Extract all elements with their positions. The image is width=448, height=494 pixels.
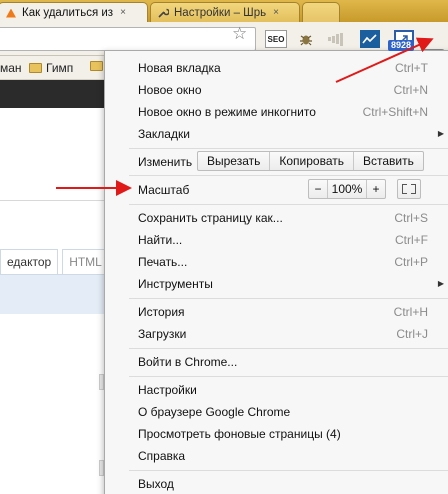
menu-item-incognito[interactable]: Новое окно в режиме инкогнито Ctrl+Shift…	[105, 101, 448, 123]
menu-separator	[129, 470, 448, 471]
edit-button-group: Вырезать Копировать Вставить	[197, 151, 424, 171]
notification-badge: 8928	[388, 40, 415, 51]
menu-item-find[interactable]: Найти... Ctrl+F	[105, 229, 448, 251]
menu-item-settings[interactable]: Настройки	[105, 379, 448, 401]
submenu-arrow-icon: ▶	[437, 279, 444, 288]
tab-html[interactable]: HTML	[62, 249, 109, 275]
bookmark-folder-gimp[interactable]: Гимп	[29, 61, 73, 75]
zoom-level: 100%	[327, 180, 367, 198]
menu-separator	[129, 298, 448, 299]
bug-extension-icon[interactable]	[296, 30, 316, 48]
folder-icon	[90, 61, 103, 71]
tab-strip: Как удалиться из × Настройки – Шрь ×	[0, 0, 448, 22]
zoom-in-button[interactable]: +	[367, 180, 385, 198]
tab-settings[interactable]: Настройки – Шрь ×	[150, 2, 300, 22]
bookmark-label: Гимп	[46, 61, 74, 75]
tab-title: Настройки – Шрь	[174, 6, 267, 19]
menu-separator	[129, 148, 448, 149]
menu-item-history[interactable]: История Ctrl+H	[105, 301, 448, 323]
menu-row-edit: Изменить Вырезать Копировать Вставить	[105, 151, 448, 173]
tab-close-icon[interactable]: ×	[120, 7, 126, 18]
bookmark-label: ман	[0, 61, 22, 75]
bookmark-star-icon[interactable]: ☆	[232, 25, 247, 43]
menu-item-new-window[interactable]: Новое окно Ctrl+N	[105, 79, 448, 101]
chart-extension-icon[interactable]	[360, 30, 380, 48]
menu-item-sign-in[interactable]: Войти в Chrome...	[105, 351, 448, 373]
tab-title: Как удалиться из	[22, 6, 114, 19]
menu-item-help[interactable]: Справка	[105, 445, 448, 467]
menu-item-about[interactable]: О браузере Google Chrome	[105, 401, 448, 423]
menu-separator	[129, 376, 448, 377]
zoom-controls: − 100% +	[308, 179, 386, 199]
menu-separator	[129, 204, 448, 205]
menu-item-bookmarks[interactable]: Закладки ▶	[105, 123, 448, 145]
address-bar[interactable]	[0, 27, 256, 51]
menu-item-tools[interactable]: Инструменты ▶	[105, 273, 448, 295]
menu-item-print[interactable]: Печать... Ctrl+P	[105, 251, 448, 273]
copy-button[interactable]: Копировать	[269, 152, 353, 170]
tab-close-icon[interactable]: ×	[273, 7, 279, 18]
menu-item-new-tab[interactable]: Новая вкладка Ctrl+T	[105, 57, 448, 79]
cut-button[interactable]: Вырезать	[198, 152, 269, 170]
bookmark-folder[interactable]	[90, 61, 103, 71]
tab-visual-editor[interactable]: едактор	[0, 249, 59, 275]
menu-row-zoom: Масштаб − 100% +	[105, 179, 448, 201]
editor-tabs: едактор HTML	[0, 249, 109, 275]
signal-bars-icon[interactable]	[326, 30, 346, 48]
submenu-arrow-icon: ▶	[437, 129, 444, 138]
menu-item-downloads[interactable]: Загрузки Ctrl+J	[105, 323, 448, 345]
menu-item-save-page[interactable]: Сохранить страницу как... Ctrl+S	[105, 207, 448, 229]
zoom-out-button[interactable]: −	[309, 180, 327, 198]
menu-separator	[129, 348, 448, 349]
tab-how-to-delete[interactable]: Как удалиться из ×	[0, 2, 148, 22]
new-tab-button[interactable]	[302, 2, 340, 22]
bookmark-item[interactable]: ман	[0, 61, 22, 75]
folder-icon	[29, 63, 42, 73]
paste-button[interactable]: Вставить	[353, 152, 423, 170]
menu-item-exit[interactable]: Выход	[105, 473, 448, 494]
site-favicon-icon	[5, 7, 17, 19]
chrome-main-menu: Новая вкладка Ctrl+T Новое окно Ctrl+N Н…	[104, 50, 448, 494]
menu-item-background-pages[interactable]: Просмотреть фоновые страницы (4)	[105, 423, 448, 445]
menu-separator	[129, 175, 448, 176]
fullscreen-button[interactable]	[397, 179, 421, 199]
seo-extension-icon[interactable]: SEO	[265, 30, 287, 48]
wrench-icon	[157, 7, 170, 19]
